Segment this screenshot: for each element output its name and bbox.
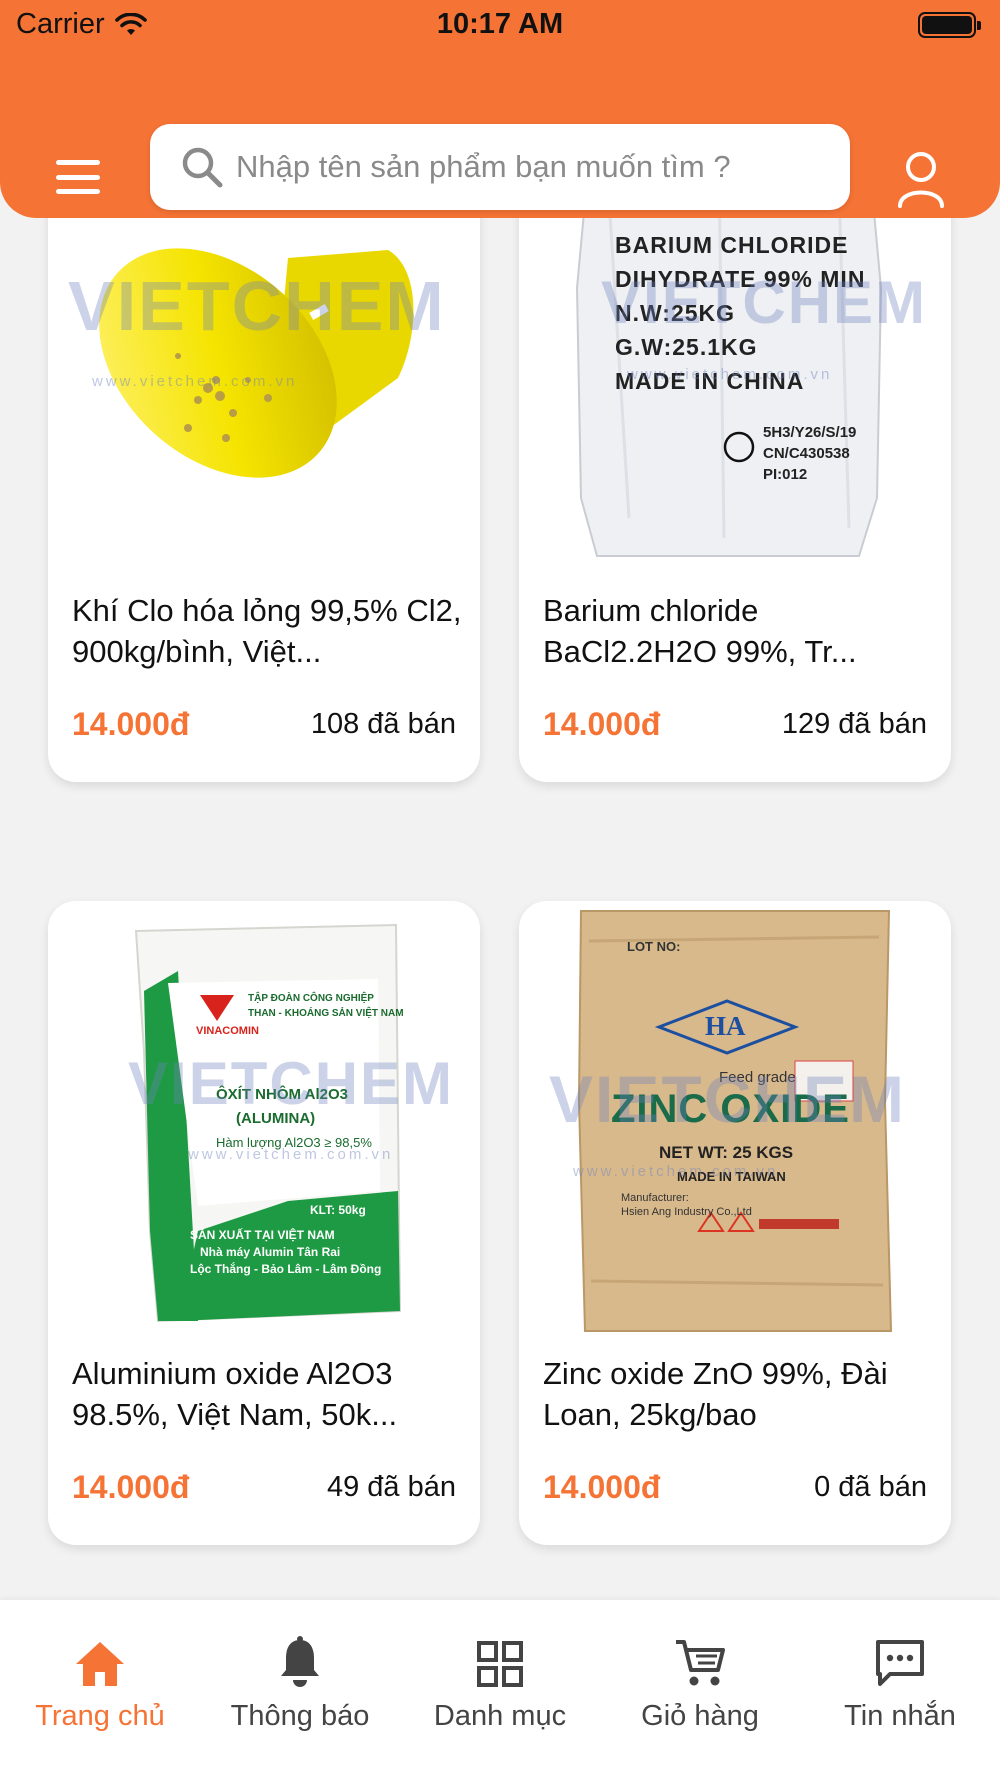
status-bar: Carrier 10:17 AM bbox=[0, 0, 1000, 50]
product-card[interactable]: BARIUM CHLORIDE DIHYDRATE 99% MIN N.W:25… bbox=[519, 138, 951, 782]
product-card[interactable]: TẬP ĐOÀN CÔNG NGHIỆP THAN - KHOÁNG SẢN V… bbox=[48, 901, 480, 1545]
product-sold-count: 108 đã bán bbox=[310, 708, 456, 740]
watermark-url: www.vietchem.com.vn bbox=[573, 1163, 779, 1180]
package-codes: 5H3/Y26/S/19 CN/C430538 PI:012 bbox=[763, 424, 857, 483]
watermark-brand: VIETCHEM bbox=[549, 1062, 907, 1136]
product-price: 14.000đ bbox=[543, 1469, 661, 1505]
tab-cart[interactable]: Giỏ hàng bbox=[600, 1630, 800, 1733]
tab-label: Trang chủ bbox=[35, 1700, 165, 1732]
package-header: TẬP ĐOÀN CÔNG NGHIỆP THAN - KHOÁNG SẢN V… bbox=[248, 993, 404, 1019]
tab-messages[interactable]: Tin nhắn bbox=[800, 1630, 1000, 1733]
package-brand: VINACOMIN bbox=[196, 1025, 259, 1037]
package-weight: KLT: 50kg bbox=[310, 1203, 366, 1217]
product-card[interactable]: LOT NO: HA Feed grade ZINC OXIDE NET WT:… bbox=[519, 901, 951, 1545]
tab-label: Danh mục bbox=[433, 1700, 567, 1732]
product-card[interactable]: VIETCHEM www.vietchem.com.vn Khí Clo hóa… bbox=[48, 138, 480, 782]
grid-icon bbox=[477, 1641, 523, 1687]
app-header: Carrier 10:17 AM bbox=[0, 0, 1000, 218]
battery-icon bbox=[918, 12, 981, 38]
message-icon bbox=[876, 1640, 924, 1686]
tab-label: Thông báo bbox=[230, 1700, 370, 1732]
product-price: 14.000đ bbox=[72, 1469, 190, 1505]
package-footer: SẢN XUẤT TẠI VIỆT NAM Nhà máy Alumin Tân… bbox=[190, 1228, 382, 1276]
bell-icon bbox=[281, 1636, 319, 1687]
product-price: 14.000đ bbox=[72, 706, 190, 742]
package-brand: HA bbox=[705, 1011, 746, 1041]
search-icon bbox=[182, 147, 223, 188]
bottom-tab-bar: Trang chủ Thông báo Danh mục Giỏ hàng Ti… bbox=[0, 1600, 1000, 1778]
package-weight: NET WT: 25 KGS bbox=[659, 1143, 794, 1162]
watermark-brand: VIETCHEM bbox=[68, 267, 446, 345]
product-sold-count: 0 đã bán bbox=[814, 1471, 927, 1503]
product-name: Khí Clo hóa lỏng 99,5% Cl2, 900kg/bình, … bbox=[72, 593, 462, 669]
product-image: LOT NO: HA Feed grade ZINC OXIDE NET WT:… bbox=[519, 901, 951, 1341]
product-name: Barium chloride BaCl2.2H2O 99%, Tr... bbox=[543, 593, 857, 669]
search-input[interactable] bbox=[236, 149, 836, 185]
product-sold-count: 129 đã bán bbox=[781, 708, 927, 740]
watermark-url: www.vietchem.com.vn bbox=[627, 366, 833, 383]
product-sold-count: 49 đã bán bbox=[326, 1471, 456, 1503]
product-price: 14.000đ bbox=[543, 706, 661, 742]
user-icon[interactable] bbox=[896, 150, 946, 208]
watermark-url: www.vietchem.com.vn bbox=[188, 1146, 394, 1163]
tab-label: Giỏ hàng bbox=[641, 1700, 759, 1732]
home-icon bbox=[76, 1642, 124, 1686]
watermark-url: www.vietchem.com.vn bbox=[92, 373, 298, 390]
search-bar[interactable] bbox=[150, 124, 850, 210]
package-manufacturer: Manufacturer: Hsien Ang Industry Co.,Ltd bbox=[621, 1192, 752, 1218]
watermark-brand: VIETCHEM bbox=[128, 1050, 455, 1117]
tab-label: Tin nhắn bbox=[844, 1700, 956, 1732]
product-name: Aluminium oxide Al2O3 98.5%, Việt Nam, 5… bbox=[72, 1356, 398, 1432]
tab-home[interactable]: Trang chủ bbox=[0, 1630, 200, 1733]
cart-icon bbox=[676, 1640, 725, 1686]
product-name: Zinc oxide ZnO 99%, Đài Loan, 25kg/bao bbox=[543, 1356, 888, 1432]
watermark-brand: VIETCHEM bbox=[601, 269, 928, 336]
product-image: TẬP ĐOÀN CÔNG NGHIỆP THAN - KHOÁNG SẢN V… bbox=[48, 901, 480, 1341]
hamburger-menu-icon[interactable] bbox=[56, 160, 100, 194]
tab-notifications[interactable]: Thông báo bbox=[200, 1630, 400, 1733]
package-lot: LOT NO: bbox=[627, 939, 681, 954]
tab-categories[interactable]: Danh mục bbox=[400, 1630, 600, 1733]
status-time: 10:17 AM bbox=[436, 8, 564, 40]
